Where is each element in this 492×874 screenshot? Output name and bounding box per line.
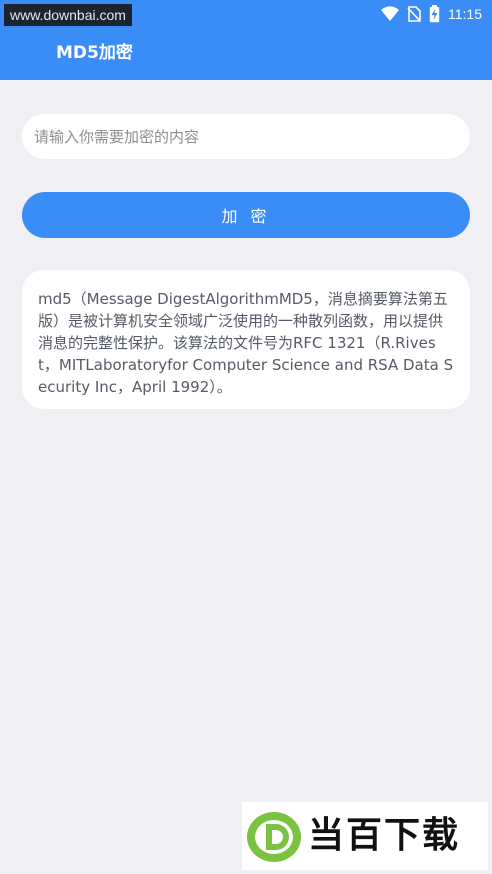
clock-time: 11:15 [448,6,482,22]
no-sim-icon [407,6,421,22]
page-title: MD5加密 [56,43,133,63]
content-input[interactable] [22,114,470,159]
status-bar-icons: 11:15 [381,4,482,24]
wifi-icon [381,6,399,22]
encrypt-button[interactable]: 加 密 [22,192,470,238]
result-text: md5（Message DigestAlgorithmMD5，消息摘要算法第五版… [22,270,470,409]
logo-d-icon [247,812,301,862]
watermark-url: www.downbai.com [4,4,132,26]
logo-text: 当百下载 [308,815,461,856]
site-logo-watermark: 当百下载 [242,802,488,870]
app-bar: www.downbai.com 11:15 MD5加密 [0,0,492,80]
battery-charging-icon [429,5,440,23]
